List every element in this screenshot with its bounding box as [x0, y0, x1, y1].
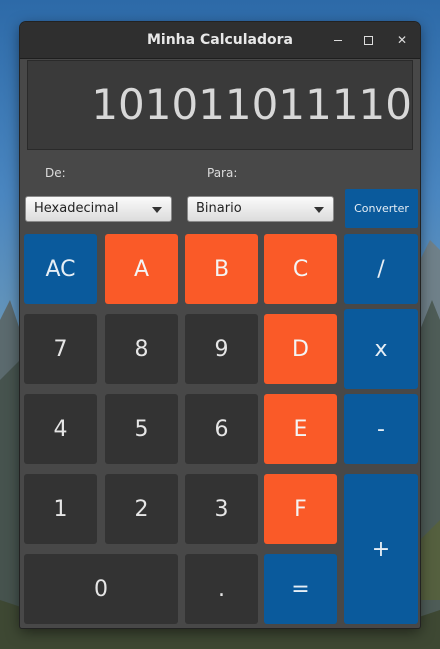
clear-button[interactable]: AC: [24, 234, 97, 304]
from-base-select[interactable]: Hexadecimal: [25, 196, 172, 222]
digit-7-button[interactable]: 7: [24, 314, 97, 384]
hex-c-button[interactable]: C: [264, 234, 337, 304]
titlebar: Minha Calculadora ✕: [20, 22, 420, 59]
hex-a-button[interactable]: A: [105, 234, 178, 304]
from-base-value: Hexadecimal: [34, 201, 119, 216]
add-button[interactable]: +: [344, 474, 418, 624]
display-value: 101011011110: [91, 80, 412, 129]
display-panel: 101011011110: [27, 60, 413, 150]
close-icon: ✕: [396, 33, 408, 47]
digit-4-button[interactable]: 4: [24, 394, 97, 464]
subtract-button[interactable]: -: [344, 394, 418, 464]
chevron-down-icon: [314, 207, 324, 213]
minimize-icon: [334, 40, 342, 41]
digit-2-button[interactable]: 2: [105, 474, 178, 544]
chevron-down-icon: [152, 207, 162, 213]
digit-1-button[interactable]: 1: [24, 474, 97, 544]
from-label: De:: [45, 166, 66, 180]
to-label: Para:: [207, 166, 238, 180]
digit-5-button[interactable]: 5: [105, 394, 178, 464]
divide-button[interactable]: /: [344, 234, 418, 304]
maximize-button[interactable]: [358, 30, 378, 50]
digit-6-button[interactable]: 6: [185, 394, 258, 464]
hex-b-button[interactable]: B: [185, 234, 258, 304]
hex-e-button[interactable]: E: [264, 394, 337, 464]
minimize-button[interactable]: [328, 30, 348, 50]
to-base-value: Binario: [196, 201, 242, 216]
convert-button[interactable]: Converter: [345, 189, 418, 228]
digit-3-button[interactable]: 3: [185, 474, 258, 544]
digit-9-button[interactable]: 9: [185, 314, 258, 384]
multiply-button[interactable]: x: [344, 309, 418, 389]
digit-0-button[interactable]: 0: [24, 554, 178, 624]
hex-d-button[interactable]: D: [264, 314, 337, 384]
to-base-select[interactable]: Binario: [187, 196, 334, 222]
hex-f-button[interactable]: F: [264, 474, 337, 544]
close-button[interactable]: ✕: [392, 30, 412, 50]
decimal-point-button[interactable]: .: [185, 554, 258, 624]
calculator-window: Minha Calculadora ✕ 101011011110 De: Par…: [20, 22, 420, 628]
equals-button[interactable]: =: [264, 554, 337, 624]
digit-8-button[interactable]: 8: [105, 314, 178, 384]
maximize-icon: [363, 36, 373, 45]
